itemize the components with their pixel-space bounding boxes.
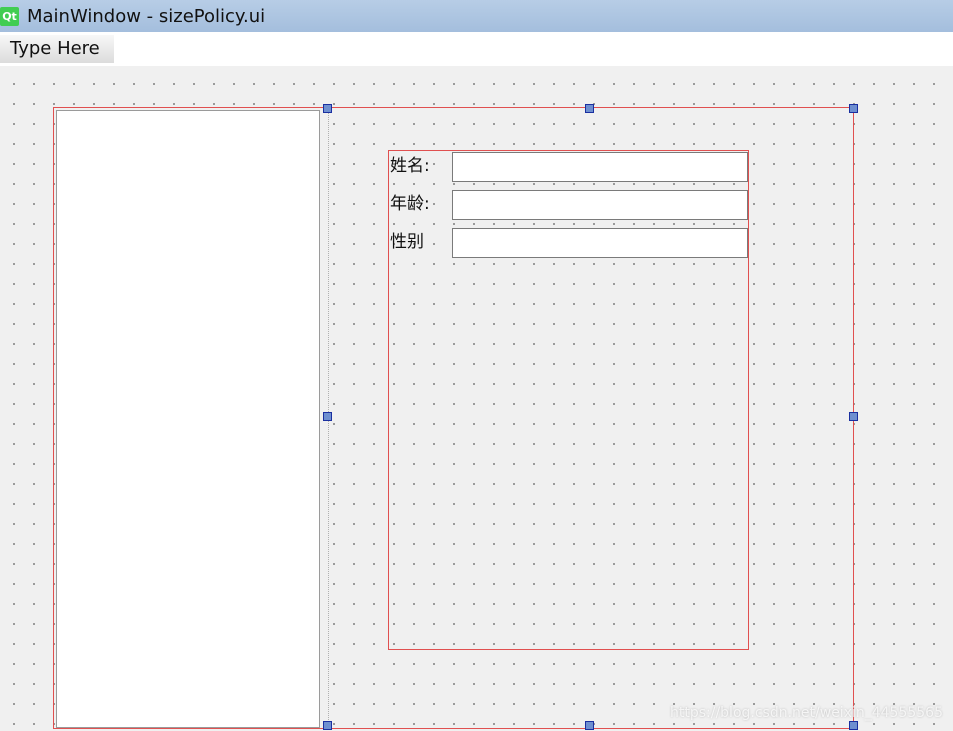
resize-handle-left[interactable] (323, 412, 332, 421)
menu-bar: Type Here (0, 32, 953, 66)
resize-handle-top-left[interactable] (323, 104, 332, 113)
window-title: MainWindow - sizePolicy.ui (27, 5, 266, 27)
age-label: 年龄: (390, 194, 430, 214)
resize-handle-bottom[interactable] (585, 721, 594, 730)
resize-handle-top-right[interactable] (849, 104, 858, 113)
resize-handle-top[interactable] (585, 104, 594, 113)
gender-label: 性别 (390, 232, 424, 252)
qt-logo-icon: Qt (0, 6, 19, 26)
resize-handle-bottom-left[interactable] (323, 721, 332, 730)
resize-handle-bottom-right[interactable] (849, 721, 858, 730)
form-layout[interactable] (388, 150, 749, 650)
gender-field[interactable] (452, 228, 748, 258)
watermark: https://blog.csdn.net/weixin_44555565 (669, 705, 943, 721)
list-widget[interactable] (56, 110, 320, 728)
title-bar: Qt MainWindow - sizePolicy.ui (0, 0, 953, 32)
menu-type-here[interactable]: Type Here (0, 35, 114, 63)
name-field[interactable] (452, 152, 748, 182)
name-label: 姓名: (390, 156, 430, 176)
resize-handle-right[interactable] (849, 412, 858, 421)
age-field[interactable] (452, 190, 748, 220)
